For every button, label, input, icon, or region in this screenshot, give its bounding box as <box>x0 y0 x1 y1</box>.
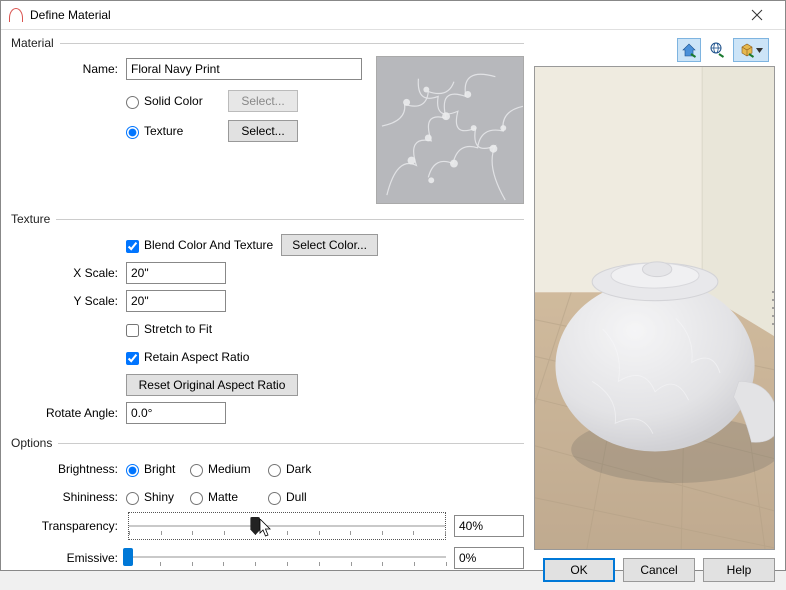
shininess-label: Shininess: <box>11 490 126 504</box>
emissive-value[interactable] <box>454 547 524 569</box>
close-button[interactable] <box>737 1 777 29</box>
app-icon <box>9 8 23 22</box>
preview-toolbar <box>534 36 775 64</box>
texture-swatch <box>376 56 524 204</box>
brightness-label: Brightness: <box>11 462 126 476</box>
shiny-label: Shiny <box>144 490 190 504</box>
emissive-slider[interactable] <box>128 544 446 572</box>
xscale-input[interactable] <box>126 262 226 284</box>
blend-label: Blend Color And Texture <box>144 238 273 252</box>
stretch-label: Stretch to Fit <box>144 322 212 336</box>
cancel-button[interactable]: Cancel <box>623 558 695 582</box>
medium-radio[interactable] <box>190 464 203 477</box>
chevron-down-icon <box>756 48 763 53</box>
matte-label: Matte <box>208 490 268 504</box>
rotate-label: Rotate Angle: <box>11 406 126 420</box>
reset-aspect-button[interactable]: Reset Original Aspect Ratio <box>126 374 298 396</box>
texture-label: Texture <box>144 124 212 138</box>
ok-button[interactable]: OK <box>543 558 615 582</box>
transparency-slider[interactable] <box>128 512 446 540</box>
help-button[interactable]: Help <box>703 558 775 582</box>
retain-label: Retain Aspect Ratio <box>144 350 249 364</box>
dark-radio[interactable] <box>268 464 281 477</box>
texture-select-button[interactable]: Select... <box>228 120 298 142</box>
emissive-label: Emissive: <box>11 551 126 565</box>
preview-resize-grip[interactable] <box>771 288 775 328</box>
medium-label: Medium <box>208 462 268 476</box>
dialog-buttons: OK Cancel Help <box>534 558 775 582</box>
solid-color-label: Solid Color <box>144 94 212 108</box>
toolbar-box-dropdown[interactable] <box>733 38 769 62</box>
transparency-label: Transparency: <box>11 519 126 533</box>
yscale-input[interactable] <box>126 290 226 312</box>
texture-group: Texture Blend Color And Texture Select C… <box>11 212 524 432</box>
material-group: Material Name: Solid Color Select... <box>11 36 524 208</box>
rotate-input[interactable] <box>126 402 226 424</box>
options-legend: Options <box>11 436 58 450</box>
bright-radio[interactable] <box>126 464 139 477</box>
matte-radio[interactable] <box>190 492 203 505</box>
texture-legend: Texture <box>11 212 56 226</box>
retain-checkbox[interactable] <box>126 352 139 365</box>
titlebar: Define Material <box>1 1 785 30</box>
texture-radio[interactable] <box>126 126 139 139</box>
dark-label: Dark <box>286 462 311 476</box>
name-input[interactable] <box>126 58 362 80</box>
material-legend: Material <box>11 36 60 50</box>
solid-color-radio[interactable] <box>126 96 139 109</box>
shiny-radio[interactable] <box>126 492 139 505</box>
toolbar-globe-button[interactable] <box>705 38 729 62</box>
blend-checkbox[interactable] <box>126 240 139 253</box>
dull-label: Dull <box>286 490 307 504</box>
options-group: Options Brightness: Bright Medium Dark S… <box>11 436 524 578</box>
dull-radio[interactable] <box>268 492 281 505</box>
toolbar-home-button[interactable] <box>677 38 701 62</box>
bright-label: Bright <box>144 462 190 476</box>
transparency-value[interactable] <box>454 515 524 537</box>
stretch-checkbox[interactable] <box>126 324 139 337</box>
solid-select-button[interactable]: Select... <box>228 90 298 112</box>
name-label: Name: <box>11 62 126 76</box>
select-color-button[interactable]: Select Color... <box>281 234 378 256</box>
preview-panel[interactable] <box>534 66 775 550</box>
window-title: Define Material <box>30 8 737 22</box>
xscale-label: X Scale: <box>11 266 126 280</box>
yscale-label: Y Scale: <box>11 294 126 308</box>
define-material-dialog: Define Material Material Name: <box>0 0 786 571</box>
